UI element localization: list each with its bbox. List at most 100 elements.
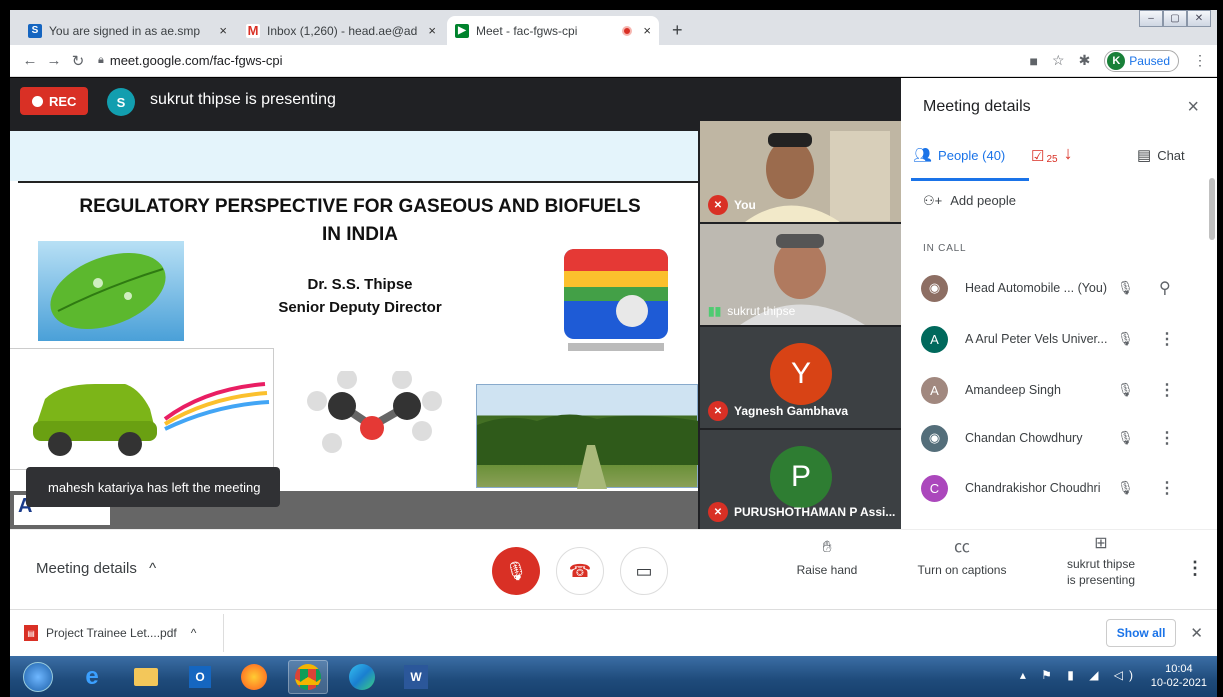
hand-icon: ✋︎ (822, 539, 832, 556)
internet-explorer-icon[interactable]: e (72, 660, 112, 694)
leave-call-button[interactable]: ☎ (556, 547, 604, 595)
present-screen-icon: ⊞ (1094, 535, 1108, 552)
engine-piston-image (558, 241, 674, 357)
author-name: Dr. S.S. Thipse (307, 276, 413, 293)
list-item[interactable]: C Chandrakishor Choudhri 🎙︎ ⋮ (921, 470, 1201, 506)
more-options-icon[interactable]: ⋮ (1159, 428, 1175, 448)
profile-avatar: K (1107, 51, 1126, 70)
panel-scrollbar[interactable] (1209, 178, 1215, 240)
close-tab-icon[interactable]: × (219, 23, 227, 38)
more-options-icon[interactable]: ⋮ (1186, 558, 1204, 579)
word-icon[interactable]: W (396, 660, 436, 694)
extensions-icon[interactable]: ✱ (1079, 52, 1091, 69)
close-window-icon[interactable]: ✕ (1187, 10, 1211, 27)
slide-header-band (10, 131, 698, 181)
chevron-up-icon: ^ (149, 560, 157, 577)
show-all-button[interactable]: Show all (1105, 619, 1177, 647)
star-icon[interactable]: ☆ (1052, 52, 1065, 69)
toolbar-actions: ■ ☆ ✱ K Paused ⋮ (1030, 49, 1217, 72)
tab-chat[interactable]: ▤ Chat (1137, 146, 1185, 164)
maximize-icon[interactable]: ▢ (1163, 10, 1187, 27)
back-icon[interactable]: ← (18, 52, 42, 69)
more-options-icon[interactable]: ⋮ (1159, 478, 1175, 498)
molecule-image (302, 369, 452, 461)
mic-toggle-button[interactable]: 🎙︎ (492, 547, 540, 595)
tab-meet[interactable]: ▶ Meet - fac-fgws-cpi × (447, 16, 659, 45)
more-options-icon[interactable]: ⋮ (1159, 380, 1175, 400)
edge-icon[interactable] (342, 660, 382, 694)
participant-avatar: P (770, 446, 832, 508)
audio-level-icon: ▮▮ (708, 304, 722, 318)
close-tab-icon[interactable]: × (428, 23, 436, 38)
tab-title: You are signed in as ae.smp (49, 23, 200, 38)
tab-activities[interactable]: ☑ 25 ↓ (1031, 143, 1073, 165)
tab-people[interactable]: 👥︎ People (40) (913, 146, 1005, 164)
participant-name: You (734, 198, 756, 212)
avatar: ◉ (921, 424, 948, 452)
list-item[interactable]: A A Arul Peter Vels Univer... 🎙︎ ⋮ (921, 321, 1201, 357)
mic-off-icon: 🎙︎ (1117, 280, 1134, 295)
video-tile-you[interactable]: ✕ You (700, 121, 901, 222)
slide-author: Dr. S.S. Thipse Senior Deputy Director (240, 273, 480, 319)
mic-off-icon: 🎙︎ (1117, 430, 1134, 445)
add-people-label: Add people (950, 193, 1017, 208)
close-panel-icon[interactable]: × (1187, 96, 1199, 119)
tile-name: ▮▮ sukrut thipse (708, 304, 795, 318)
reload-icon[interactable]: ↻ (66, 52, 90, 70)
presenter-avatar: S (107, 88, 135, 116)
meeting-stage: REC S sukrut thipse is presenting REGULA… (10, 78, 901, 529)
firefox-icon[interactable] (234, 660, 274, 694)
pin-icon[interactable]: ⚲ (1159, 278, 1171, 298)
system-tray-icons[interactable]: ▴ ⚑ ▮ ◢ ◁) (1020, 668, 1139, 682)
presenting-button[interactable]: ⊞ sukrut thipse is presenting (1054, 536, 1148, 588)
participant-name: Chandrakishor Choudhri (965, 481, 1101, 495)
camera-icon[interactable]: ■ (1030, 53, 1038, 69)
raise-hand-button[interactable]: ✋︎ Raise hand (796, 540, 858, 578)
profile-button[interactable]: K Paused (1104, 49, 1179, 72)
more-options-icon[interactable]: ⋮ (1159, 329, 1175, 349)
camera-toggle-button[interactable]: ▭ (620, 547, 668, 595)
minimize-icon[interactable]: – (1139, 10, 1163, 27)
gmail-icon: M (246, 23, 260, 38)
start-button[interactable] (18, 660, 58, 694)
forward-icon[interactable]: → (42, 52, 66, 69)
menu-icon[interactable]: ⋮ (1193, 52, 1207, 69)
pdf-icon: ▤ (24, 625, 38, 641)
browser-toolbar: ← → ↻ 🔒︎ meet.google.com/fac-fgws-cpi ■ … (10, 45, 1217, 77)
video-tile-sukrut[interactable]: ▮▮ sukrut thipse (700, 224, 901, 325)
clock-date: 10-02-2021 (1150, 677, 1207, 689)
hang-up-icon: ☎ (568, 560, 592, 581)
captions-icon: ㏄ (953, 539, 970, 556)
close-tab-icon[interactable]: × (643, 23, 651, 38)
url-text: meet.google.com/fac-fgws-cpi (109, 53, 283, 68)
address-bar[interactable]: 🔒︎ meet.google.com/fac-fgws-cpi (98, 53, 283, 68)
outlook-icon[interactable]: O (180, 660, 220, 694)
tab-signed-in[interactable]: S You are signed in as ae.smp × (20, 16, 235, 45)
chevron-up-icon[interactable]: ^ (191, 626, 197, 640)
tile-name: ✕ Yagnesh Gambhava (708, 401, 848, 421)
video-tile-yagnesh[interactable]: Y ✕ Yagnesh Gambhava (700, 327, 901, 428)
list-item[interactable]: ◉ Head Automobile ... (You) 🎙︎ ⚲ (921, 270, 1201, 306)
add-people-button[interactable]: ⚇+ Add people (923, 193, 1016, 209)
list-item[interactable]: A Amandeep Singh 🎙︎ ⋮ (921, 372, 1201, 408)
clock[interactable]: 10:04 10-02-2021 (1151, 662, 1207, 690)
avatar: A (921, 325, 948, 353)
recording-icon (622, 25, 633, 36)
browser-tabstrip: S You are signed in as ae.smp × M Inbox … (10, 10, 1217, 45)
profile-status: Paused (1129, 53, 1170, 68)
mic-off-icon: ✕ (708, 195, 728, 215)
meeting-details-button[interactable]: Meeting details ^ (36, 560, 156, 577)
captions-button[interactable]: ㏄ Turn on captions (912, 540, 1012, 578)
chrome-icon[interactable] (288, 660, 328, 694)
avatar: C (921, 474, 948, 502)
close-downloads-icon[interactable]: ✕ (1190, 624, 1203, 642)
file-explorer-icon[interactable] (126, 660, 166, 694)
avatar: ◉ (921, 274, 948, 302)
s-favicon-icon: S (28, 23, 42, 38)
tab-inbox[interactable]: M Inbox (1,260) - head.ae@adit.ac.i × (238, 16, 444, 45)
video-tile-purushothaman[interactable]: P ✕ PURUSHOTHAMAN P Assi... (700, 430, 901, 529)
list-item[interactable]: ◉ Chandan Chowdhury 🎙︎ ⋮ (921, 420, 1201, 456)
new-tab-button[interactable]: + (664, 16, 691, 45)
download-item[interactable]: ▤ Project Trainee Let....pdf ^ (10, 614, 224, 652)
tab-title: Inbox (1,260) - head.ae@adit.ac.i (267, 23, 417, 38)
